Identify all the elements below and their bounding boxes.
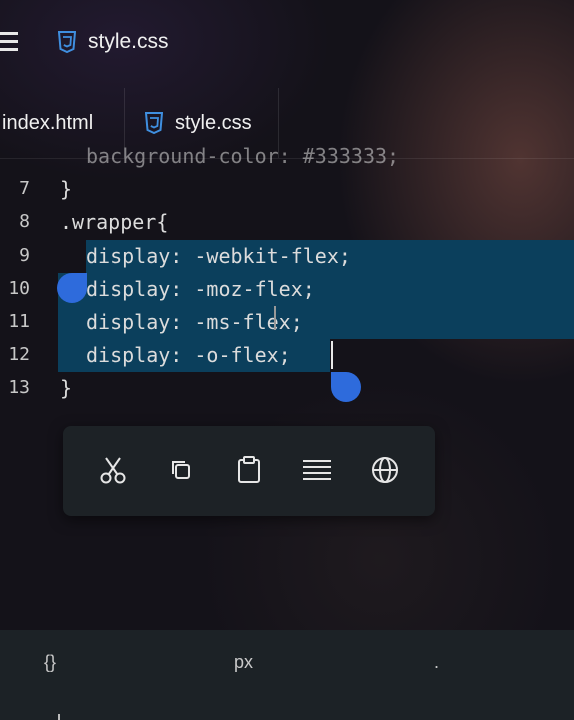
code-text: .wrapper{	[60, 210, 169, 234]
code-line[interactable]: 7 }	[0, 173, 574, 206]
cut-icon	[100, 457, 126, 484]
line-number: 7	[19, 178, 30, 199]
text-selection-toolbar	[63, 426, 435, 516]
code-line[interactable]: 13 }	[0, 372, 574, 405]
web-search-button[interactable]	[367, 452, 403, 488]
code-text: }	[60, 177, 73, 201]
line-number: 9	[19, 245, 30, 266]
code-line[interactable]: background-color: #333333;	[0, 140, 574, 173]
code-line[interactable]: 9 display: -webkit-flex;	[0, 240, 574, 273]
code-text: background-color: #333333;	[86, 144, 400, 168]
select-all-button[interactable]	[299, 452, 335, 488]
code-text: display: -moz-flex;	[86, 277, 315, 301]
hamburger-menu-icon[interactable]	[0, 32, 20, 52]
globe-icon	[372, 457, 398, 483]
code-text: }	[60, 376, 73, 400]
symbol-px-key[interactable]: px	[234, 652, 253, 673]
code-line[interactable]: 8 .wrapper{	[0, 206, 574, 239]
code-line[interactable]: 12 display: -o-flex;	[0, 339, 574, 372]
symbol-dot-key[interactable]: .	[434, 652, 439, 673]
code-text: display: -o-flex;	[86, 343, 291, 367]
divider-tick	[58, 714, 60, 720]
select-all-icon	[303, 460, 331, 480]
app-header: style.css	[0, 0, 574, 88]
line-number: 13	[8, 377, 30, 398]
text-caret	[331, 341, 333, 369]
current-file-name: style.css	[88, 30, 169, 53]
tab-label: style.css	[175, 111, 252, 134]
selection-end-handle[interactable]	[331, 372, 361, 402]
css3-file-icon	[58, 31, 76, 53]
code-text: display: -webkit-flex;	[86, 244, 351, 268]
line-number: 10	[8, 278, 30, 299]
code-editor[interactable]: background-color: #333333; 7 } 8 .wrappe…	[0, 144, 574, 418]
line-number: 12	[8, 344, 30, 365]
tab-label: index.html	[2, 111, 94, 134]
cut-button[interactable]	[95, 452, 131, 488]
code-text: display: -ms-flex;	[86, 310, 303, 334]
mouse-ibeam-cursor	[274, 306, 276, 330]
symbol-braces-key[interactable]: {}	[44, 652, 56, 673]
paste-icon	[238, 456, 260, 483]
selection-start-handle[interactable]	[57, 273, 87, 303]
symbol-bar: {} px .	[0, 630, 574, 720]
code-line[interactable]: 11 display: -ms-flex;	[0, 306, 574, 339]
copy-button[interactable]	[163, 452, 199, 488]
copy-icon	[172, 461, 190, 479]
line-number: 8	[19, 211, 30, 232]
paste-button[interactable]	[231, 452, 267, 488]
current-file: style.css	[58, 30, 169, 54]
line-number: 11	[8, 311, 30, 332]
css3-file-icon	[145, 112, 163, 134]
